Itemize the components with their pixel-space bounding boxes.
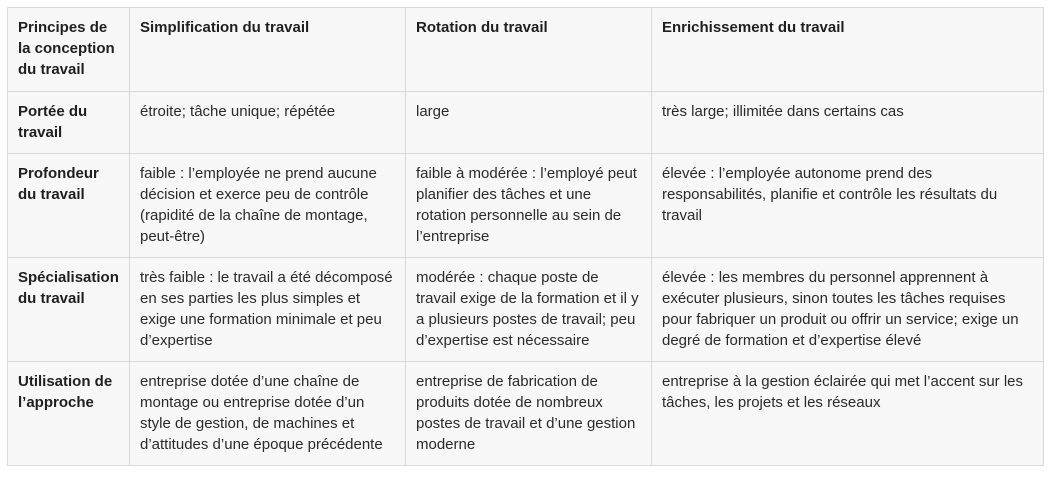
table-row: Utilisation de l’approche entreprise dot… xyxy=(7,361,1044,466)
header-principles: Principes de la conception du travail xyxy=(7,7,130,92)
table-cell: très large; illimitée dans certains cas xyxy=(651,91,1044,154)
table-cell: faible : l’employée ne prend aucune déci… xyxy=(129,153,406,258)
job-design-table-container: Principes de la conception du travail Si… xyxy=(7,7,1044,466)
table-row: Spécialisation du travail très faible : … xyxy=(7,257,1044,362)
header-rotation: Rotation du travail xyxy=(405,7,652,92)
header-simplification: Simplification du travail xyxy=(129,7,406,92)
table-cell: élevée : l’employée autonome prend des r… xyxy=(651,153,1044,258)
table-cell: modérée : chaque poste de travail exige … xyxy=(405,257,652,362)
table-cell: étroite; tâche unique; répétée xyxy=(129,91,406,154)
header-enrichment: Enrichissement du travail xyxy=(651,7,1044,92)
row-label-depth: Profondeur du travail xyxy=(7,153,130,258)
table-row: Portée du travail étroite; tâche unique;… xyxy=(7,91,1044,154)
job-design-table: Principes de la conception du travail Si… xyxy=(7,7,1044,466)
table-cell: entreprise de fabrication de produits do… xyxy=(405,361,652,466)
table-row: Profondeur du travail faible : l’employé… xyxy=(7,153,1044,258)
table-header-row: Principes de la conception du travail Si… xyxy=(7,7,1044,92)
table-cell: entreprise à la gestion éclairée qui met… xyxy=(651,361,1044,466)
row-label-usage: Utilisation de l’approche xyxy=(7,361,130,466)
table-cell: élevée : les membres du personnel appren… xyxy=(651,257,1044,362)
row-label-scope: Portée du travail xyxy=(7,91,130,154)
row-label-specialization: Spécialisation du travail xyxy=(7,257,130,362)
table-cell: faible à modérée : l’employé peut planif… xyxy=(405,153,652,258)
table-cell: entreprise dotée d’une chaîne de montage… xyxy=(129,361,406,466)
table-cell: très faible : le travail a été décomposé… xyxy=(129,257,406,362)
table-cell: large xyxy=(405,91,652,154)
